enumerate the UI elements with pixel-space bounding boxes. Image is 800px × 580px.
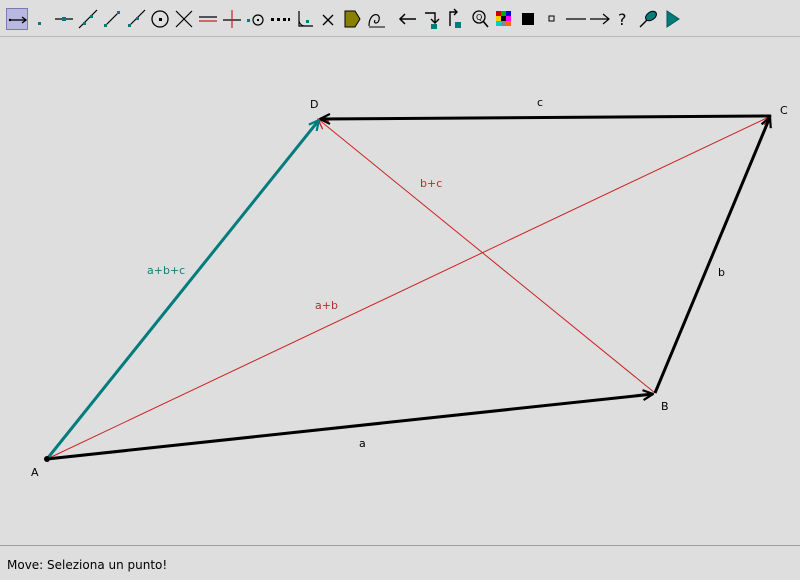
geometry-figure[interactable]: A B C D a b c a+b b+c a+b+c bbox=[0, 37, 800, 545]
angle-tool-button[interactable] bbox=[293, 8, 315, 30]
vector-label-a-plus-b-plus-c: a+b+c bbox=[147, 264, 185, 277]
segment-icon bbox=[104, 11, 120, 27]
toolbar: Q ? bbox=[0, 0, 800, 37]
vector-label-c: c bbox=[537, 96, 543, 109]
perpendicular-icon bbox=[223, 10, 241, 28]
locus-icon bbox=[368, 14, 385, 28]
redo-icon bbox=[425, 12, 440, 29]
point-label-c: C bbox=[780, 104, 788, 117]
back-arrow-icon bbox=[398, 13, 416, 25]
help-tool-button[interactable]: ? bbox=[613, 8, 635, 30]
vector-a[interactable] bbox=[46, 394, 653, 461]
status-message: Move: Seleziona un punto! bbox=[7, 558, 168, 572]
segment-tool-button[interactable] bbox=[101, 8, 123, 30]
perpendicular-tool-button[interactable] bbox=[221, 8, 243, 30]
line-icon bbox=[78, 9, 98, 29]
circle-icon bbox=[151, 10, 169, 28]
polygon-fill-icon bbox=[344, 10, 361, 28]
thick-point-tool-button[interactable] bbox=[517, 8, 539, 30]
vector-label-b-plus-c: b+c bbox=[420, 177, 442, 190]
point-label-a: A bbox=[31, 466, 39, 479]
parallel-icon bbox=[199, 16, 217, 22]
point-icon bbox=[38, 22, 41, 25]
point-label-d: D bbox=[310, 98, 318, 111]
ray-tool-button[interactable] bbox=[125, 8, 147, 30]
geometry-app-window: Q ? A B C D a b c a+b b+c a+b+c Move: Se… bbox=[0, 0, 800, 580]
undo-tool-button[interactable] bbox=[397, 8, 419, 30]
midpoint-tool-button[interactable] bbox=[245, 8, 267, 30]
fill-tool-button[interactable] bbox=[341, 8, 363, 30]
delete-tool-button[interactable] bbox=[317, 8, 339, 30]
big-square-icon bbox=[522, 13, 534, 25]
intersection-tool-button[interactable] bbox=[173, 8, 195, 30]
redo-all-tool-button[interactable] bbox=[445, 8, 467, 30]
dotted-line-icon bbox=[271, 18, 290, 21]
status-bar: Move: Seleziona un punto! bbox=[0, 545, 800, 580]
question-icon: ? bbox=[618, 10, 627, 29]
line-style-tool-button[interactable] bbox=[565, 8, 587, 30]
drawing-canvas[interactable]: A B C D a b c a+b b+c a+b+c bbox=[0, 37, 800, 545]
svg-text:?: ? bbox=[618, 10, 627, 29]
point-tool-button[interactable] bbox=[29, 8, 51, 30]
delete-x-icon bbox=[322, 14, 334, 26]
play-icon bbox=[666, 10, 680, 28]
play-tool-button[interactable] bbox=[661, 8, 683, 30]
zoom-tool-button[interactable]: Q bbox=[469, 8, 491, 30]
point-a[interactable] bbox=[44, 456, 50, 462]
redo-tool-button[interactable] bbox=[421, 8, 443, 30]
dotted-line-tool-button[interactable] bbox=[269, 8, 291, 30]
vector-a-plus-b-plus-c[interactable] bbox=[45, 120, 319, 460]
vector-label-b: b bbox=[718, 266, 725, 279]
color-tool-button[interactable] bbox=[493, 8, 515, 30]
thin-point-tool-button[interactable] bbox=[541, 8, 563, 30]
point-on-line-icon bbox=[55, 17, 73, 21]
vector-b[interactable] bbox=[653, 117, 770, 394]
arrow-style-icon bbox=[590, 13, 610, 25]
parallel-tool-button[interactable] bbox=[197, 8, 219, 30]
pin-tool-button[interactable] bbox=[637, 8, 659, 30]
color-palette-icon bbox=[496, 11, 511, 26]
vector-label-a: a bbox=[359, 437, 366, 450]
vector-tool-button[interactable] bbox=[6, 8, 28, 30]
pin-icon bbox=[639, 10, 657, 28]
line-tool-button[interactable] bbox=[77, 8, 99, 30]
angle-icon bbox=[298, 11, 313, 27]
line-style-icon bbox=[566, 18, 586, 20]
svg-text:Q: Q bbox=[476, 13, 482, 22]
point-label-b: B bbox=[661, 400, 669, 413]
small-square-icon bbox=[548, 15, 555, 22]
intersection-icon bbox=[175, 10, 193, 28]
arrow-style-tool-button[interactable] bbox=[589, 8, 611, 30]
midpoint-icon bbox=[247, 14, 264, 26]
redo-all-icon bbox=[449, 8, 461, 28]
point-on-line-tool-button[interactable] bbox=[53, 8, 75, 30]
zoom-icon: Q bbox=[472, 10, 489, 28]
ray-icon bbox=[128, 9, 146, 27]
vector-c[interactable] bbox=[320, 116, 772, 119]
vector-label-a-plus-b: a+b bbox=[315, 299, 338, 312]
vector-b-plus-c[interactable] bbox=[318, 119, 656, 394]
vector-arrow-icon bbox=[8, 16, 28, 24]
circle-tool-button[interactable] bbox=[149, 8, 171, 30]
locus-tool-button[interactable] bbox=[365, 8, 387, 30]
